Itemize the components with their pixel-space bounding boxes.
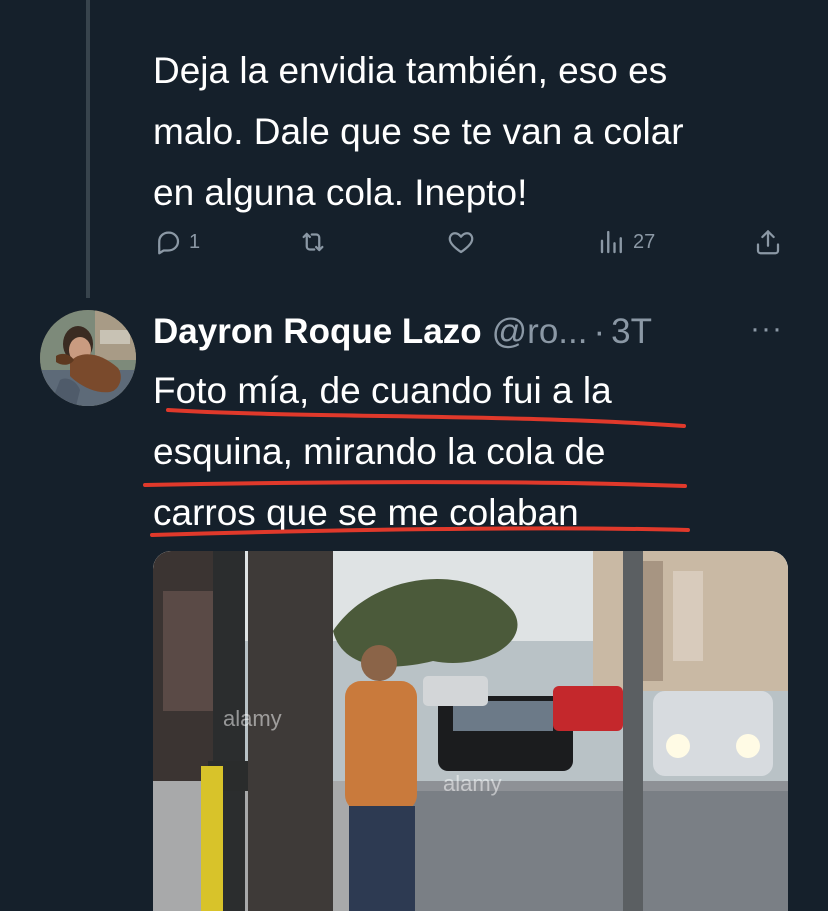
- retweet-button[interactable]: [298, 222, 328, 262]
- previous-tweet-actions: 1 27: [153, 222, 793, 262]
- views-button[interactable]: 27: [597, 222, 655, 262]
- retweet-icon: [302, 232, 324, 252]
- reply-tweet-line: Foto mía, de cuando fui a la: [153, 370, 612, 411]
- reply-icon: [158, 231, 180, 255]
- reply-button[interactable]: 1: [153, 222, 200, 262]
- previous-tweet-text: Deja la envidia también, eso es malo. Da…: [153, 40, 773, 223]
- thread-line: [86, 0, 90, 298]
- avatar[interactable]: [40, 310, 136, 406]
- more-options-icon[interactable]: ···: [750, 312, 783, 346]
- display-name[interactable]: Dayron Roque Lazo: [153, 312, 482, 352]
- share-button[interactable]: [753, 222, 783, 262]
- previous-tweet-line: malo. Dale que se te van a colar: [153, 111, 684, 152]
- watermark: alamy: [443, 771, 502, 796]
- reply-header: Dayron Roque Lazo @ro... · 3T: [153, 306, 793, 358]
- heart-icon: [448, 232, 474, 254]
- reply-count: 1: [189, 230, 201, 253]
- watermark: alamy: [223, 706, 282, 731]
- previous-tweet-line: en alguna cola. Inepto!: [153, 172, 528, 213]
- attached-photo[interactable]: alamy alamy: [153, 551, 788, 911]
- views-chart-icon: [600, 230, 622, 254]
- view-count: 27: [633, 230, 656, 253]
- timestamp[interactable]: 3T: [611, 312, 652, 352]
- street-scene-image: alamy alamy: [153, 551, 788, 911]
- reply-tweet-text: Foto mía, de cuando fui a la esquina, mi…: [153, 360, 773, 543]
- separator-dot: ·: [593, 312, 606, 351]
- previous-tweet-line: Deja la envidia también, eso es: [153, 50, 668, 91]
- like-button[interactable]: [446, 222, 476, 262]
- avatar-photo: [40, 310, 136, 406]
- share-icon: [756, 230, 780, 255]
- user-handle[interactable]: @ro...: [492, 312, 588, 352]
- reply-tweet-line: esquina, mirando la cola de: [153, 431, 606, 472]
- reply-tweet-line: carros que se me colaban: [153, 492, 579, 533]
